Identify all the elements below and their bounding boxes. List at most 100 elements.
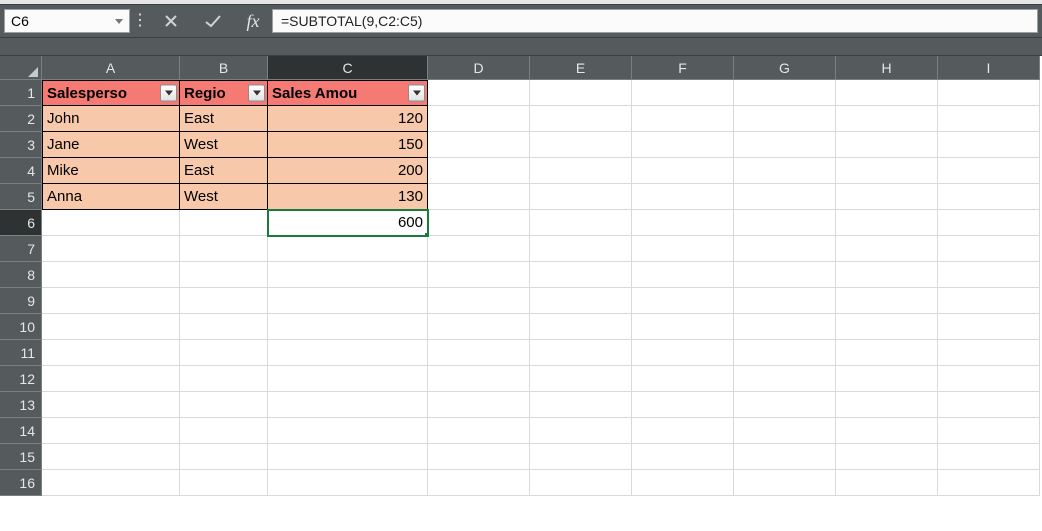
cell[interactable] bbox=[632, 314, 734, 340]
cell[interactable] bbox=[180, 210, 268, 236]
cell[interactable] bbox=[938, 132, 1040, 158]
cell[interactable] bbox=[42, 366, 180, 392]
cell[interactable] bbox=[938, 470, 1040, 496]
cell[interactable] bbox=[530, 392, 632, 418]
row-header-14[interactable]: 14 bbox=[0, 418, 42, 444]
cell[interactable] bbox=[428, 366, 530, 392]
cell[interactable] bbox=[180, 288, 268, 314]
cell[interactable] bbox=[836, 288, 938, 314]
row-header-12[interactable]: 12 bbox=[0, 366, 42, 392]
filter-button[interactable] bbox=[408, 85, 425, 102]
row-header-8[interactable]: 8 bbox=[0, 262, 42, 288]
cell[interactable] bbox=[530, 210, 632, 236]
cell[interactable] bbox=[734, 210, 836, 236]
table-cell[interactable]: John bbox=[42, 106, 180, 132]
cell[interactable] bbox=[632, 184, 734, 210]
cell[interactable] bbox=[734, 262, 836, 288]
cancel-button[interactable] bbox=[150, 5, 192, 37]
row-header-6[interactable]: 6 bbox=[0, 210, 42, 236]
cell[interactable] bbox=[42, 418, 180, 444]
cell[interactable] bbox=[836, 210, 938, 236]
cell[interactable] bbox=[268, 444, 428, 470]
table-header-sales[interactable]: Sales Amou bbox=[268, 80, 428, 106]
cell[interactable] bbox=[632, 470, 734, 496]
cell[interactable] bbox=[42, 236, 180, 262]
cell[interactable] bbox=[180, 314, 268, 340]
table-cell[interactable]: East bbox=[180, 106, 268, 132]
cell[interactable] bbox=[530, 340, 632, 366]
col-header-I[interactable]: I bbox=[938, 56, 1040, 80]
cell[interactable] bbox=[428, 288, 530, 314]
cell[interactable] bbox=[428, 80, 530, 106]
cell[interactable] bbox=[428, 158, 530, 184]
col-header-D[interactable]: D bbox=[428, 56, 530, 80]
fx-icon[interactable]: fx bbox=[234, 5, 272, 37]
cell[interactable] bbox=[180, 262, 268, 288]
cell[interactable] bbox=[734, 184, 836, 210]
cell[interactable] bbox=[734, 392, 836, 418]
cell[interactable] bbox=[938, 106, 1040, 132]
row-header-1[interactable]: 1 bbox=[0, 80, 42, 106]
cell[interactable] bbox=[938, 184, 1040, 210]
cell[interactable] bbox=[938, 288, 1040, 314]
cell[interactable] bbox=[180, 340, 268, 366]
cell[interactable] bbox=[734, 132, 836, 158]
table-cell[interactable]: Mike bbox=[42, 158, 180, 184]
row-header-15[interactable]: 15 bbox=[0, 444, 42, 470]
cell[interactable] bbox=[836, 80, 938, 106]
cell[interactable] bbox=[938, 366, 1040, 392]
cell[interactable] bbox=[428, 210, 530, 236]
cell[interactable] bbox=[734, 288, 836, 314]
cell[interactable] bbox=[268, 470, 428, 496]
col-header-E[interactable]: E bbox=[530, 56, 632, 80]
cell[interactable] bbox=[734, 80, 836, 106]
cell[interactable] bbox=[268, 392, 428, 418]
cell[interactable] bbox=[938, 340, 1040, 366]
cell[interactable] bbox=[530, 262, 632, 288]
cell[interactable] bbox=[180, 444, 268, 470]
cell[interactable] bbox=[836, 262, 938, 288]
cell[interactable] bbox=[632, 340, 734, 366]
cell[interactable] bbox=[428, 106, 530, 132]
cell[interactable] bbox=[268, 262, 428, 288]
table-cell[interactable]: West bbox=[180, 132, 268, 158]
cell[interactable] bbox=[530, 106, 632, 132]
name-box[interactable]: C6 bbox=[4, 9, 130, 33]
filter-button[interactable] bbox=[160, 85, 177, 102]
col-header-C[interactable]: C bbox=[268, 56, 428, 80]
cell[interactable] bbox=[268, 366, 428, 392]
cell[interactable] bbox=[632, 236, 734, 262]
col-header-B[interactable]: B bbox=[180, 56, 268, 80]
table-cell[interactable]: 120 bbox=[268, 106, 428, 132]
cell[interactable] bbox=[428, 340, 530, 366]
chevron-down-icon[interactable] bbox=[115, 19, 123, 24]
cell[interactable] bbox=[938, 418, 1040, 444]
col-header-G[interactable]: G bbox=[734, 56, 836, 80]
cell[interactable] bbox=[836, 106, 938, 132]
cell[interactable] bbox=[632, 366, 734, 392]
cell[interactable] bbox=[530, 288, 632, 314]
formula-input[interactable]: =SUBTOTAL(9,C2:C5) bbox=[272, 9, 1038, 33]
cell[interactable] bbox=[428, 262, 530, 288]
cell[interactable] bbox=[268, 418, 428, 444]
cell[interactable] bbox=[530, 470, 632, 496]
row-header-7[interactable]: 7 bbox=[0, 236, 42, 262]
cell[interactable] bbox=[734, 444, 836, 470]
fill-handle[interactable] bbox=[424, 232, 428, 236]
cell[interactable] bbox=[632, 210, 734, 236]
cell[interactable] bbox=[836, 158, 938, 184]
cell[interactable] bbox=[180, 392, 268, 418]
cell[interactable] bbox=[836, 366, 938, 392]
cell[interactable] bbox=[530, 158, 632, 184]
col-header-A[interactable]: A bbox=[42, 56, 180, 80]
cell[interactable] bbox=[180, 418, 268, 444]
row-header-5[interactable]: 5 bbox=[0, 184, 42, 210]
cell[interactable] bbox=[632, 288, 734, 314]
cell[interactable] bbox=[938, 392, 1040, 418]
cell[interactable] bbox=[530, 80, 632, 106]
cell[interactable] bbox=[632, 80, 734, 106]
cell[interactable] bbox=[42, 444, 180, 470]
cell[interactable] bbox=[632, 262, 734, 288]
filter-button[interactable] bbox=[248, 85, 265, 102]
cell[interactable] bbox=[42, 262, 180, 288]
